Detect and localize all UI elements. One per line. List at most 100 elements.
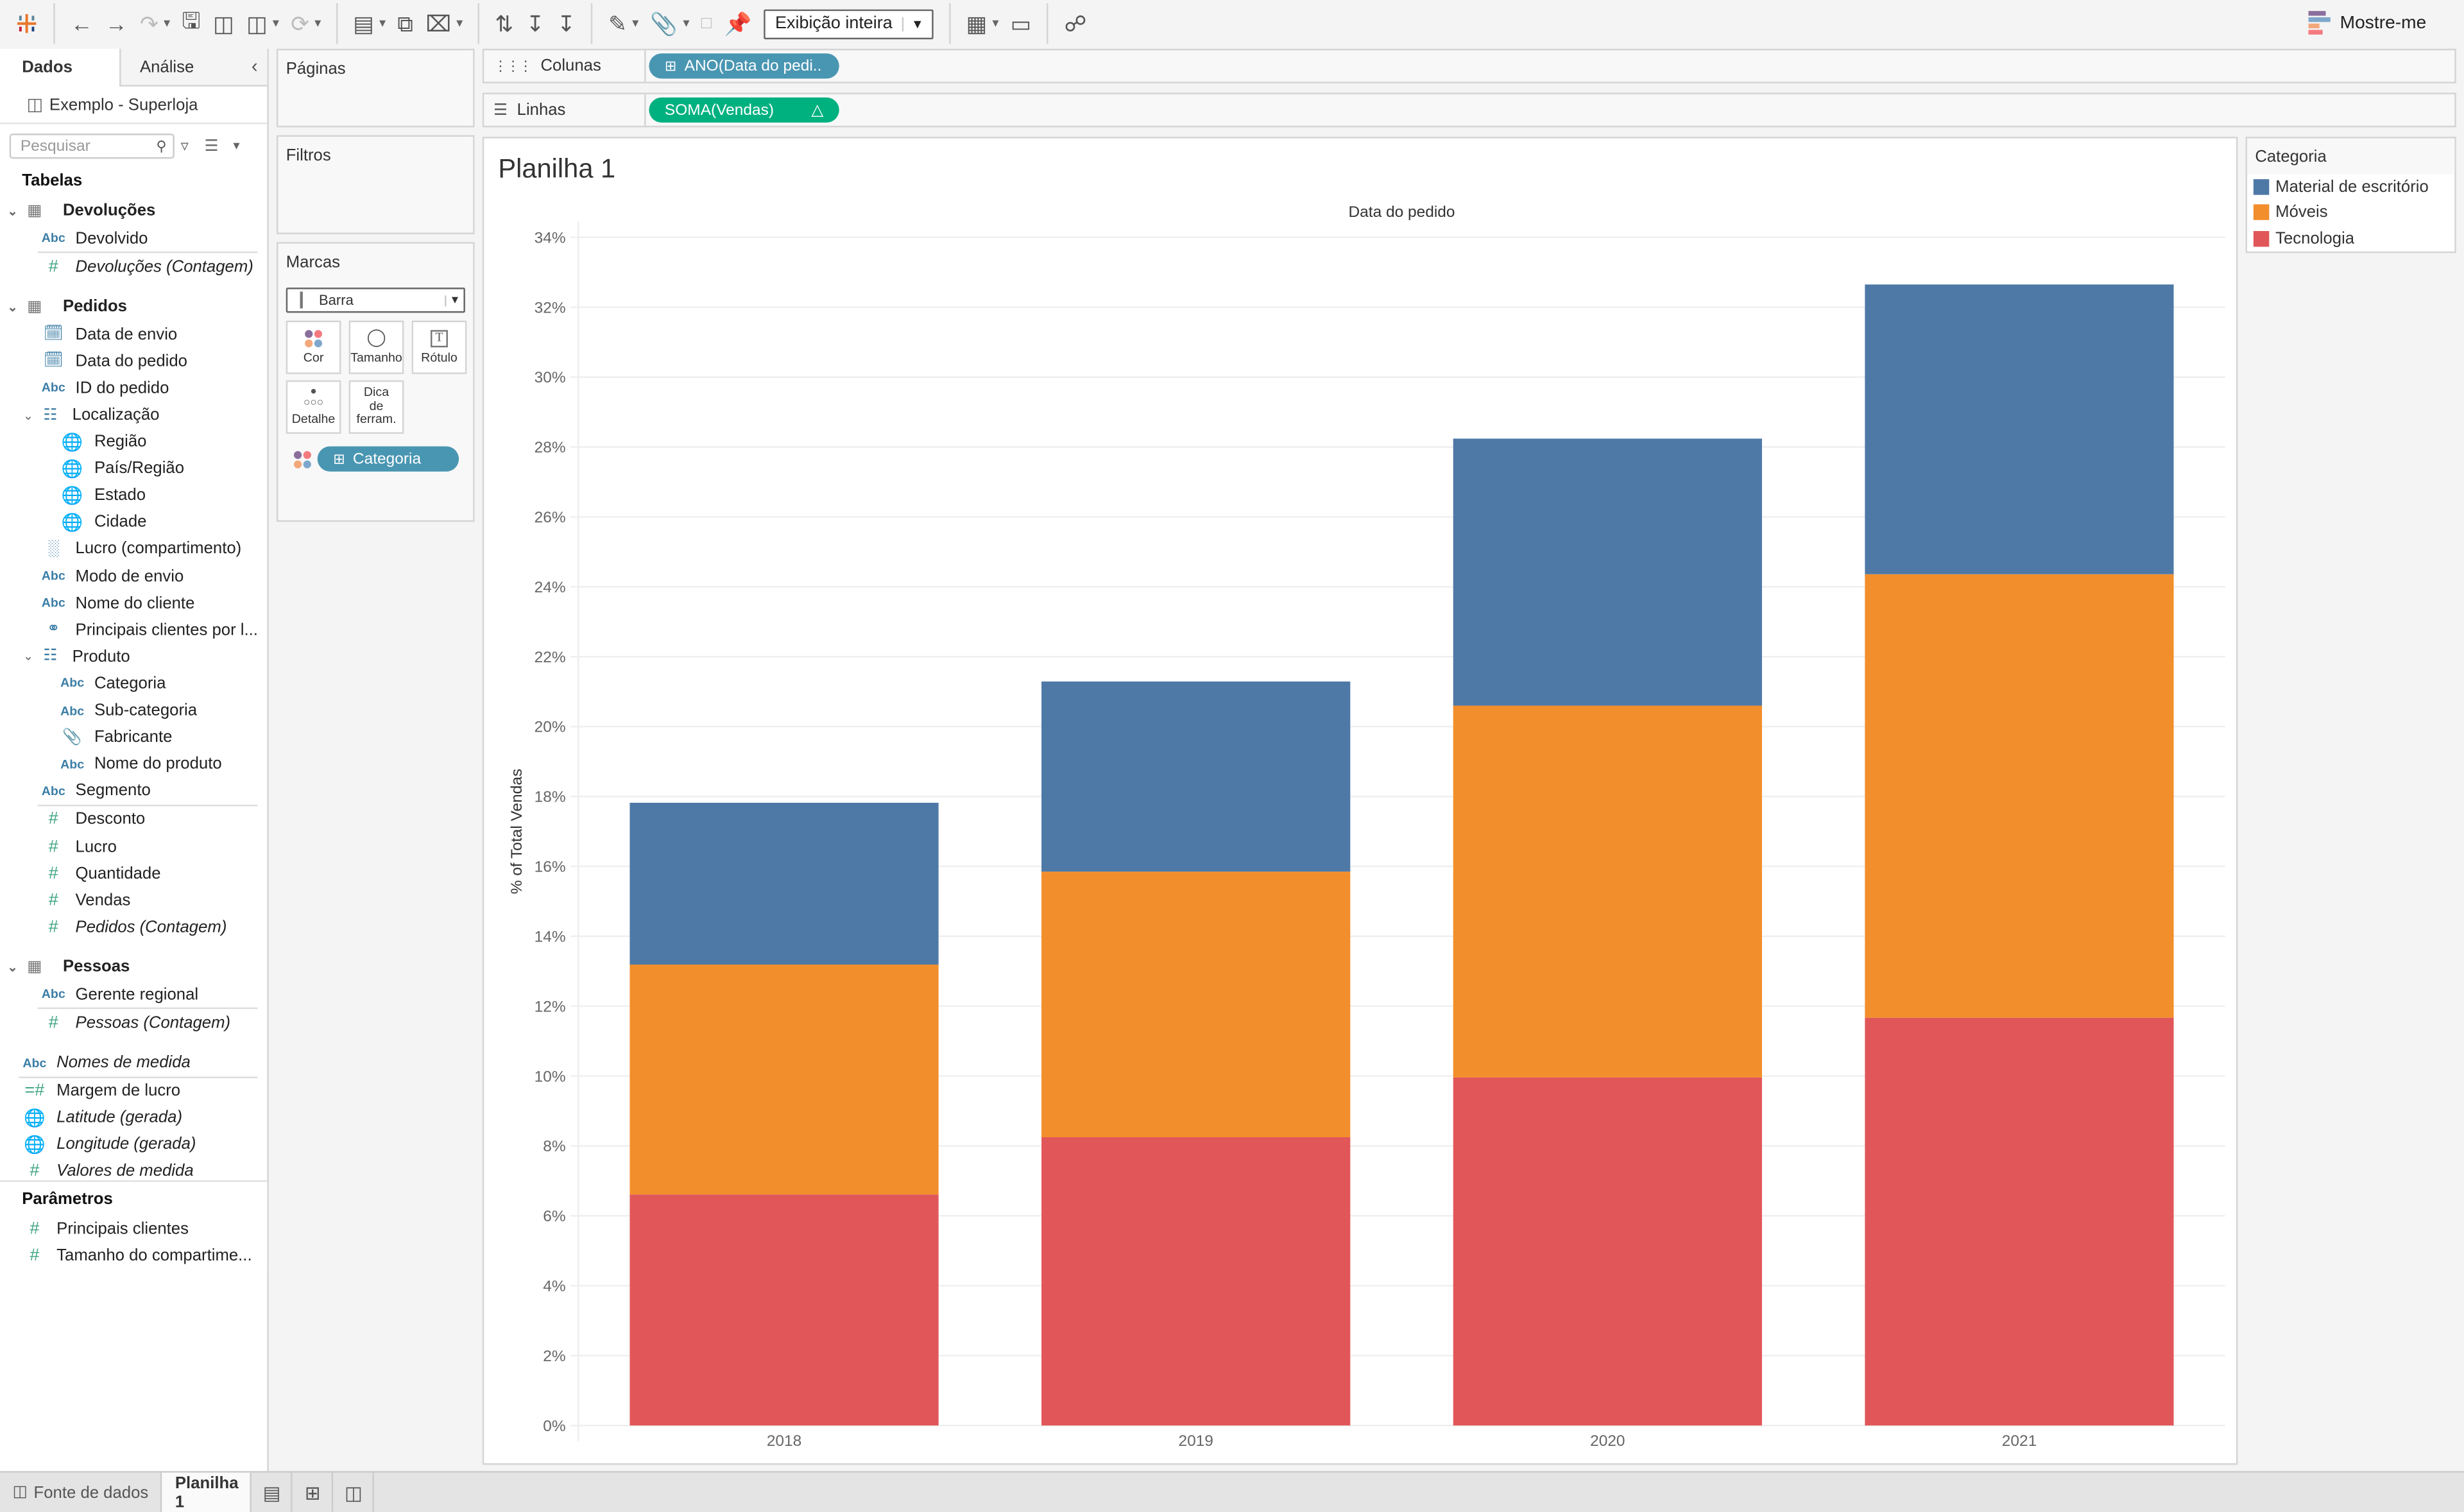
field-item[interactable]: 🌐 Região [0,429,267,456]
chevron-down-icon[interactable]: ▼ [312,18,323,29]
search-box[interactable]: ⚲ [9,133,175,159]
clear-sheet-icon[interactable]: ⌧ [420,0,458,47]
chevron-down-icon[interactable]: ▼ [231,141,242,151]
field-item[interactable]: Abc Nome do cliente [0,590,267,617]
field-item[interactable]: ⌄ ☷ Produto [0,643,267,670]
legend-item[interactable]: Tecnologia [2247,226,2454,252]
show-mark-labels-icon[interactable]: □ [695,0,718,47]
bar-segment-tecnologia-2020[interactable] [1453,1077,1762,1426]
size-button[interactable]: ◯ Tamanho [348,320,404,374]
field-item[interactable]: 🌐 País/Região [0,455,267,482]
parameter-item[interactable]: # Tamanho do compartime... [0,1242,267,1269]
filters-card[interactable]: Filtros [277,135,475,234]
tab-analytics[interactable]: Análise ‹ [119,48,268,87]
field-item[interactable]: ⌄ ☷ Localização [0,402,267,429]
field-item[interactable]: Abc Sub-categoria [0,697,267,724]
presentation-mode-icon[interactable]: ▭ [1004,0,1038,47]
parameter-item[interactable]: # Principais clientes [0,1215,267,1242]
refresh-icon[interactable]: ⟳ [284,0,315,47]
field-item[interactable]: 📎 Fabricante [0,724,267,751]
chevron-down-icon[interactable]: ⌄ [6,203,19,218]
field-item[interactable]: # Devoluções (Contagem) [0,253,267,280]
fit-select[interactable]: Exibição inteira ▼ [764,8,934,39]
field-item[interactable]: Abc Devolvido [0,225,267,252]
tab-data[interactable]: Dados [0,48,120,87]
field-item[interactable]: Abc Gerente regional [0,981,267,1008]
chevron-down-icon[interactable]: ⌄ [6,300,19,314]
chevron-down-icon[interactable]: ⌄ [22,408,35,422]
bar-segment-material-de-escrit-rio-2019[interactable] [1041,681,1351,872]
legend-title[interactable]: Categoria [2247,138,2455,175]
chevron-down-icon[interactable]: ▼ [990,18,1001,29]
tooltip-button[interactable]: Dica de ferram. [348,380,404,434]
table-node[interactable]: ⌄ ▦ Pessoas [0,953,267,981]
chevron-down-icon[interactable]: ▼ [162,18,173,29]
save-icon[interactable]: 🖫 [175,0,207,47]
field-item[interactable]: 🌐 Cidade [0,509,267,536]
chevron-down-icon[interactable]: ⌄ [6,960,19,974]
field-item[interactable]: Abc Nome do produto [0,751,267,778]
field-item[interactable]: Abc Modo de envio [0,563,267,590]
bar-segment-m-veis-2021[interactable] [1865,574,2174,1018]
legend-item[interactable]: Material de escritório [2247,175,2454,200]
chevron-down-icon[interactable]: ▼ [681,18,692,29]
field-item[interactable]: # Pessoas (Contagem) [0,1009,267,1036]
chevron-down-icon[interactable]: ▼ [377,18,388,29]
show-me-button[interactable]: Mostre-me [2308,11,2426,35]
field-item[interactable]: # Lucro [0,833,267,860]
field-item[interactable]: =# Margem de lucro [0,1078,267,1104]
bar-segment-material-de-escrit-rio-2018[interactable] [629,802,939,965]
bar-segment-tecnologia-2018[interactable] [629,1194,939,1426]
data-source-item[interactable]: ◫ Exemplo - Superloja [0,87,268,125]
new-story-tab-icon[interactable]: ◫ [334,1472,375,1512]
chevron-down-icon[interactable]: ⌄ [22,649,35,664]
legend-item[interactable]: Móveis [2247,200,2454,226]
chevron-down-icon[interactable]: ▼ [270,18,281,29]
tableau-logo-icon[interactable] [0,0,44,47]
bar-segment-material-de-escrit-rio-2021[interactable] [1865,284,2174,574]
table-node[interactable]: ⌄ ▦ Pedidos [0,293,267,321]
label-button[interactable]: T Rótulo [411,320,467,374]
pages-card[interactable]: Páginas [277,48,475,128]
share-icon[interactable]: ☍ [1058,0,1093,47]
bar-segment-material-de-escrit-rio-2020[interactable] [1453,438,1762,706]
tab-data-source[interactable]: ◫ Fonte de dados [0,1472,163,1512]
bar-segment-m-veis-2019[interactable] [1041,872,1351,1137]
replay-icon[interactable]: ↷ [133,0,164,47]
chevron-down-icon[interactable]: ▼ [630,18,641,29]
new-data-source-icon[interactable]: ◫ [207,0,240,47]
collapse-pane-icon[interactable]: ‹ [252,55,258,77]
view-list-icon[interactable]: ☰ [204,137,218,155]
new-worksheet-tab-icon[interactable]: ▤ [252,1472,293,1512]
sort-descending-icon[interactable]: ↧ [551,0,581,47]
rows-shelf[interactable]: ☰ Linhas SOMA(Vendas) △ [482,92,2456,128]
field-item[interactable]: # Pedidos (Contagem) [0,913,267,940]
redo-icon[interactable]: → [99,0,133,47]
field-item[interactable]: Abc Segmento [0,778,267,805]
field-item[interactable]: # Desconto [0,806,267,833]
field-item[interactable]: Abc ID do pedido [0,375,267,402]
field-item[interactable]: ⚭ Principais clientes por l... [0,617,267,644]
bar-segment-tecnologia-2021[interactable] [1865,1017,2174,1426]
field-item[interactable]: 🗓 Data de envio [0,321,267,348]
field-item[interactable]: Abc Categoria [0,670,267,697]
field-item[interactable]: 🗓 Data do pedido [0,348,267,375]
field-item[interactable]: Abc Nomes de medida [0,1049,267,1076]
bar-segment-m-veis-2020[interactable] [1453,705,1762,1078]
mark-type-select[interactable]: ▎ Barra ▼ [286,288,465,313]
field-item[interactable]: ░ Lucro (compartimento) [0,536,267,563]
pause-updates-icon[interactable]: ◫ [240,0,273,47]
fix-axes-pin-icon[interactable]: 📌 [718,0,758,47]
duplicate-sheet-icon[interactable]: ⧉ [391,0,419,47]
categoria-color-pill[interactable]: ⊞ Categoria [317,446,459,472]
field-item[interactable]: # Vendas [0,887,267,914]
field-item[interactable]: 🌐 Latitude (gerada) [0,1104,267,1131]
bar-segment-tecnologia-2019[interactable] [1041,1137,1351,1426]
chevron-down-icon[interactable]: ▼ [454,18,465,29]
new-worksheet-icon[interactable]: ▤ [346,0,380,47]
search-input[interactable] [20,137,146,155]
filter-icon[interactable]: ▿ [181,137,189,155]
field-item[interactable]: # Quantidade [0,860,267,887]
rows-pill-sales[interactable]: SOMA(Vendas) △ [649,97,839,123]
swap-rows-columns-icon[interactable]: ⇅ [488,0,519,47]
